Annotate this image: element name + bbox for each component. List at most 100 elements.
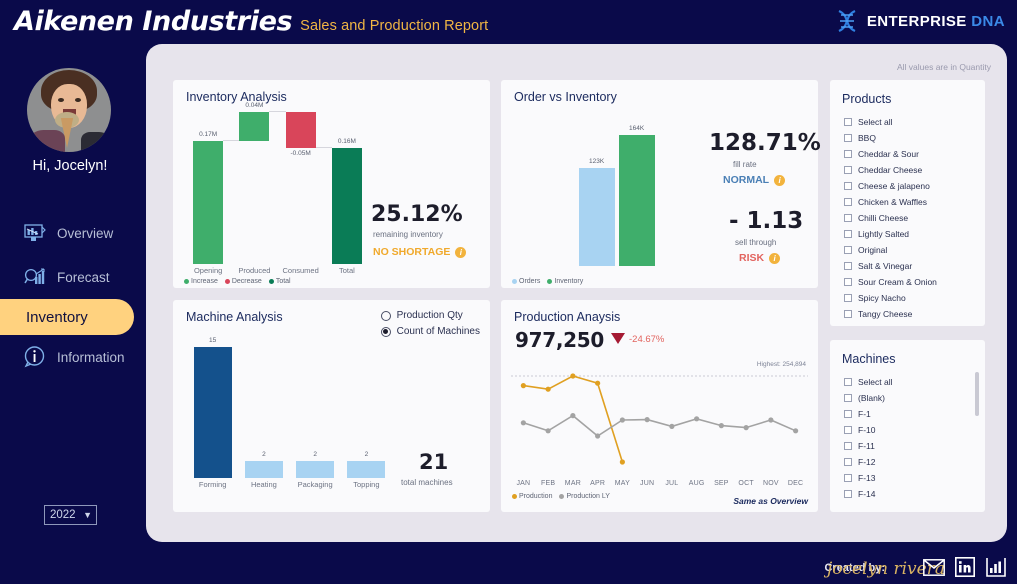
slicer-item[interactable]: F-12	[844, 454, 977, 470]
slicer-item[interactable]: Tangy Cheese	[844, 306, 977, 322]
fill-rate-value: 128.71%	[709, 130, 821, 156]
slicer-scrollbar[interactable]	[975, 372, 979, 416]
checkbox-icon[interactable]	[844, 230, 852, 238]
slicer-machines-list: Select all (Blank) F-1 F-10 F-11 F-12 F-13 F-14	[844, 374, 977, 502]
waterfall-connector	[223, 139, 240, 141]
series-point	[793, 428, 799, 434]
slicer-item[interactable]: Cheddar Cheese	[844, 162, 977, 178]
series-point	[718, 423, 724, 429]
email-icon[interactable]	[923, 557, 945, 577]
machine-bar-chart: 15 2 2 2	[187, 336, 392, 478]
checkbox-icon[interactable]	[844, 214, 852, 222]
waterfall-data-label: 0.17M	[199, 130, 218, 138]
radio-production-qty[interactable]: Production Qty	[380, 310, 480, 321]
series-point	[743, 425, 749, 431]
chart-icon[interactable]	[985, 557, 1007, 577]
checkbox-icon[interactable]	[844, 182, 852, 190]
linkedin-icon[interactable]	[954, 557, 976, 577]
checkbox-icon[interactable]	[844, 118, 852, 126]
info-icon[interactable]: i	[769, 252, 781, 264]
info-icon[interactable]: i	[455, 246, 467, 258]
slicer-item[interactable]: BBQ	[844, 130, 977, 146]
slicer-item[interactable]: F-11	[844, 438, 977, 454]
series-point	[619, 417, 625, 423]
slicer-item[interactable]: Chicken & Waffles	[844, 194, 977, 210]
checkbox-icon[interactable]	[844, 150, 852, 158]
slicer-item[interactable]: Lightly Salted	[844, 226, 977, 242]
sidebar-item-inventory[interactable]: Inventory	[0, 299, 134, 335]
series-point	[545, 428, 551, 434]
axis-tick: Heating	[250, 480, 277, 489]
waterfall-data-label: -0.05M	[290, 150, 311, 158]
slicer-item[interactable]: F-1	[844, 406, 977, 422]
series-point	[669, 423, 675, 429]
slicer-item[interactable]: F-10	[844, 422, 977, 438]
units-note: All values are in Quantity	[896, 62, 991, 72]
series-point	[768, 417, 774, 423]
checkbox-icon[interactable]	[844, 394, 852, 402]
slicer-item[interactable]: Original	[844, 242, 977, 258]
sidebar-item-forecast[interactable]: Forecast	[0, 255, 140, 299]
brand-subtitle: Sales and Production Report	[300, 18, 489, 34]
info-icon[interactable]: i	[774, 174, 786, 186]
waterfall-x-axis: Opening Produced Consumed Total	[185, 266, 370, 275]
checkbox-icon[interactable]	[844, 278, 852, 286]
checkbox-icon[interactable]	[844, 310, 852, 318]
sidebar-item-information[interactable]: Information	[0, 335, 140, 379]
radio-label: Production Qty	[396, 310, 463, 321]
fill-rate-status-label: NORMAL	[723, 174, 770, 186]
series-point	[694, 416, 700, 422]
slicer-item[interactable]: Select all	[844, 374, 977, 390]
legend-item: Production	[512, 493, 552, 500]
checkbox-icon[interactable]	[844, 442, 852, 450]
slicer-item[interactable]: (Blank)	[844, 390, 977, 406]
sidebar-item-overview[interactable]: Overview	[0, 211, 140, 255]
radio-count-of-machines[interactable]: Count of Machines	[380, 326, 480, 337]
shortage-status-label: NO SHORTAGE	[373, 246, 451, 258]
checkbox-icon[interactable]	[844, 378, 852, 386]
axis-tick: DEC	[787, 480, 804, 487]
axis-tick: NOV	[762, 480, 779, 487]
checkbox-icon[interactable]	[844, 262, 852, 270]
legend-label: Orders	[519, 278, 541, 285]
checkbox-icon[interactable]	[844, 134, 852, 142]
slicer-item[interactable]: Cheese & jalapeno	[844, 178, 977, 194]
waterfall-chart: 0.17M 0.04M -0.05M 0.16M	[185, 102, 370, 264]
slicer-item[interactable]: Sour Cream & Onion	[844, 274, 977, 290]
slicer-item-label: F-14	[858, 489, 876, 499]
checkbox-icon[interactable]	[844, 474, 852, 482]
series-point	[570, 373, 576, 379]
bar	[579, 167, 615, 266]
checkbox-icon[interactable]	[844, 458, 852, 466]
checkbox-icon[interactable]	[844, 426, 852, 434]
slicer-item[interactable]: Spicy Nacho	[844, 290, 977, 306]
sell-through-status-label: RISK	[739, 252, 765, 264]
checkbox-icon[interactable]	[844, 166, 852, 174]
enterprise-dna-text: ENTERPRISE DNA	[867, 13, 1005, 30]
slicer-item[interactable]: Cheddar & Sour	[844, 146, 977, 162]
checkbox-icon[interactable]	[844, 410, 852, 418]
series-line	[523, 414, 796, 437]
checkbox-icon[interactable]	[844, 246, 852, 254]
slicer-item[interactable]: F-13	[844, 470, 977, 486]
machine-x-axis: Forming Heating Packaging Topping	[187, 480, 392, 489]
slicer-item-label: Select all	[858, 117, 893, 127]
bar	[296, 460, 335, 478]
production-total-value: 977,250	[515, 328, 604, 352]
machine-measure-radio-group: Production Qty Count of Machines	[380, 310, 480, 342]
slicer-item[interactable]: F-14	[844, 486, 977, 502]
production-delta: -24.67%	[629, 334, 665, 345]
series-point	[595, 380, 601, 386]
slicer-item-label: (Blank)	[858, 393, 885, 403]
waterfall-legend: Increase Decrease Total	[184, 278, 291, 285]
year-select[interactable]: 2022 ▼	[44, 505, 97, 525]
bar-data-label: 2	[313, 450, 317, 458]
slicer-item[interactable]: Select all	[844, 114, 977, 130]
checkbox-icon[interactable]	[844, 490, 852, 498]
slicer-item[interactable]: Chilli Cheese	[844, 210, 977, 226]
checkbox-icon[interactable]	[844, 294, 852, 302]
checkbox-icon[interactable]	[844, 198, 852, 206]
sidebar-item-label: Forecast	[57, 269, 110, 285]
slicer-item[interactable]: Salt & Vinegar	[844, 258, 977, 274]
slicer-products: Products Select all BBQ Cheddar & Sour Ched…	[830, 80, 985, 326]
